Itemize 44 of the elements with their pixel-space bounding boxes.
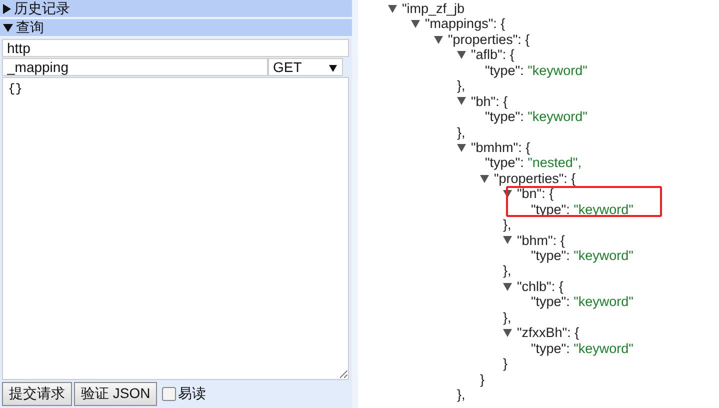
json-value: "keyword" [528, 62, 588, 78]
json-key: "aflb": { [471, 47, 514, 63]
json-key: "bmhm": { [471, 140, 530, 156]
url-field[interactable]: http [2, 39, 349, 57]
json-key: "bn": { [517, 186, 554, 202]
button[interactable]: 提交请求 [2, 382, 72, 406]
json-value: "keyword" [574, 202, 634, 218]
json-brace: } [480, 372, 486, 387]
method-select[interactable]: GET [268, 58, 343, 76]
button[interactable]: 验证 JSON [74, 382, 158, 406]
section-header[interactable]: 历史记录 [0, 0, 352, 19]
checkbox[interactable] [162, 387, 176, 401]
json-key: "zfxxBh": { [517, 325, 580, 341]
path-field[interactable]: _mapping [2, 58, 268, 76]
json-key: "type": [485, 62, 528, 78]
checkbox-label: 易读 [178, 385, 206, 403]
json-key: "properties": { [448, 32, 530, 48]
json-brace: }, [503, 310, 512, 326]
json-brace: }, [457, 124, 466, 140]
json-brace: }, [457, 386, 466, 402]
json-value: "nested", [528, 155, 582, 171]
json-key: "type": [531, 294, 574, 310]
collapse-icon [3, 24, 13, 32]
request-body-field[interactable]: {} [2, 77, 349, 380]
expand-icon [3, 4, 11, 14]
json-brace: }, [503, 217, 512, 233]
json-brace: }, [457, 78, 466, 94]
json-brace: } [503, 356, 509, 372]
section-header[interactable]: 查询 [0, 19, 352, 38]
json-key: "type": [531, 340, 574, 356]
json-key: "type": [485, 155, 528, 171]
json-key: "properties": { [494, 170, 576, 186]
json-value: "keyword" [574, 294, 634, 310]
json-key: "bh": { [471, 94, 508, 110]
json-value: "keyword" [574, 340, 634, 356]
json-key: "type": [531, 248, 574, 264]
json-brace: }, [503, 263, 512, 279]
json-key: "mappings": { [425, 16, 506, 32]
json-key: "imp_zf_jb [402, 1, 465, 16]
json-key: "type": [485, 109, 528, 125]
json-value: "keyword" [574, 248, 634, 264]
json-key: "bhm": { [517, 232, 565, 248]
json-value: "keyword" [528, 109, 588, 125]
json-key: "chlb": { [517, 278, 564, 294]
